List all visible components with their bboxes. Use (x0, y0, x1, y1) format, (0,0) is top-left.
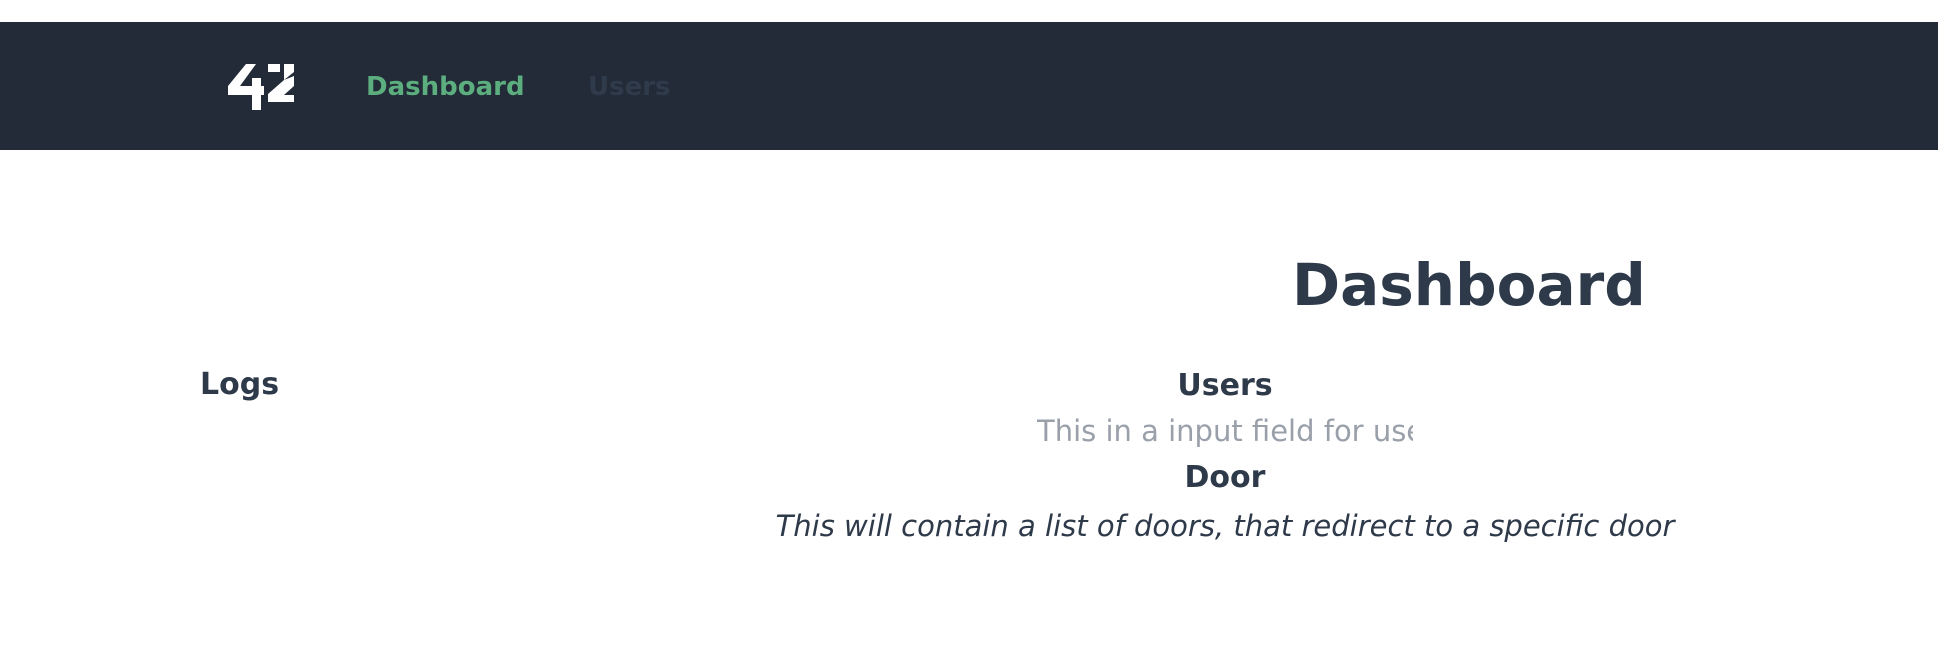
logo-42-icon[interactable] (228, 64, 294, 110)
top-strip (0, 0, 1938, 22)
nav-link-dashboard[interactable]: Dashboard (366, 70, 525, 104)
door-description: This will contain a list of doors, that … (775, 509, 1675, 543)
logs-heading: Logs (200, 367, 280, 402)
navbar: Dashboard Users (0, 22, 1938, 150)
nav-link-users[interactable]: Users (588, 70, 671, 104)
page-title: Dashboard (1292, 251, 1646, 319)
users-input[interactable] (1037, 410, 1413, 452)
users-door-section: Users Door This will contain a list of d… (700, 364, 1750, 548)
door-heading: Door (1184, 460, 1266, 495)
users-heading: Users (1177, 368, 1273, 403)
